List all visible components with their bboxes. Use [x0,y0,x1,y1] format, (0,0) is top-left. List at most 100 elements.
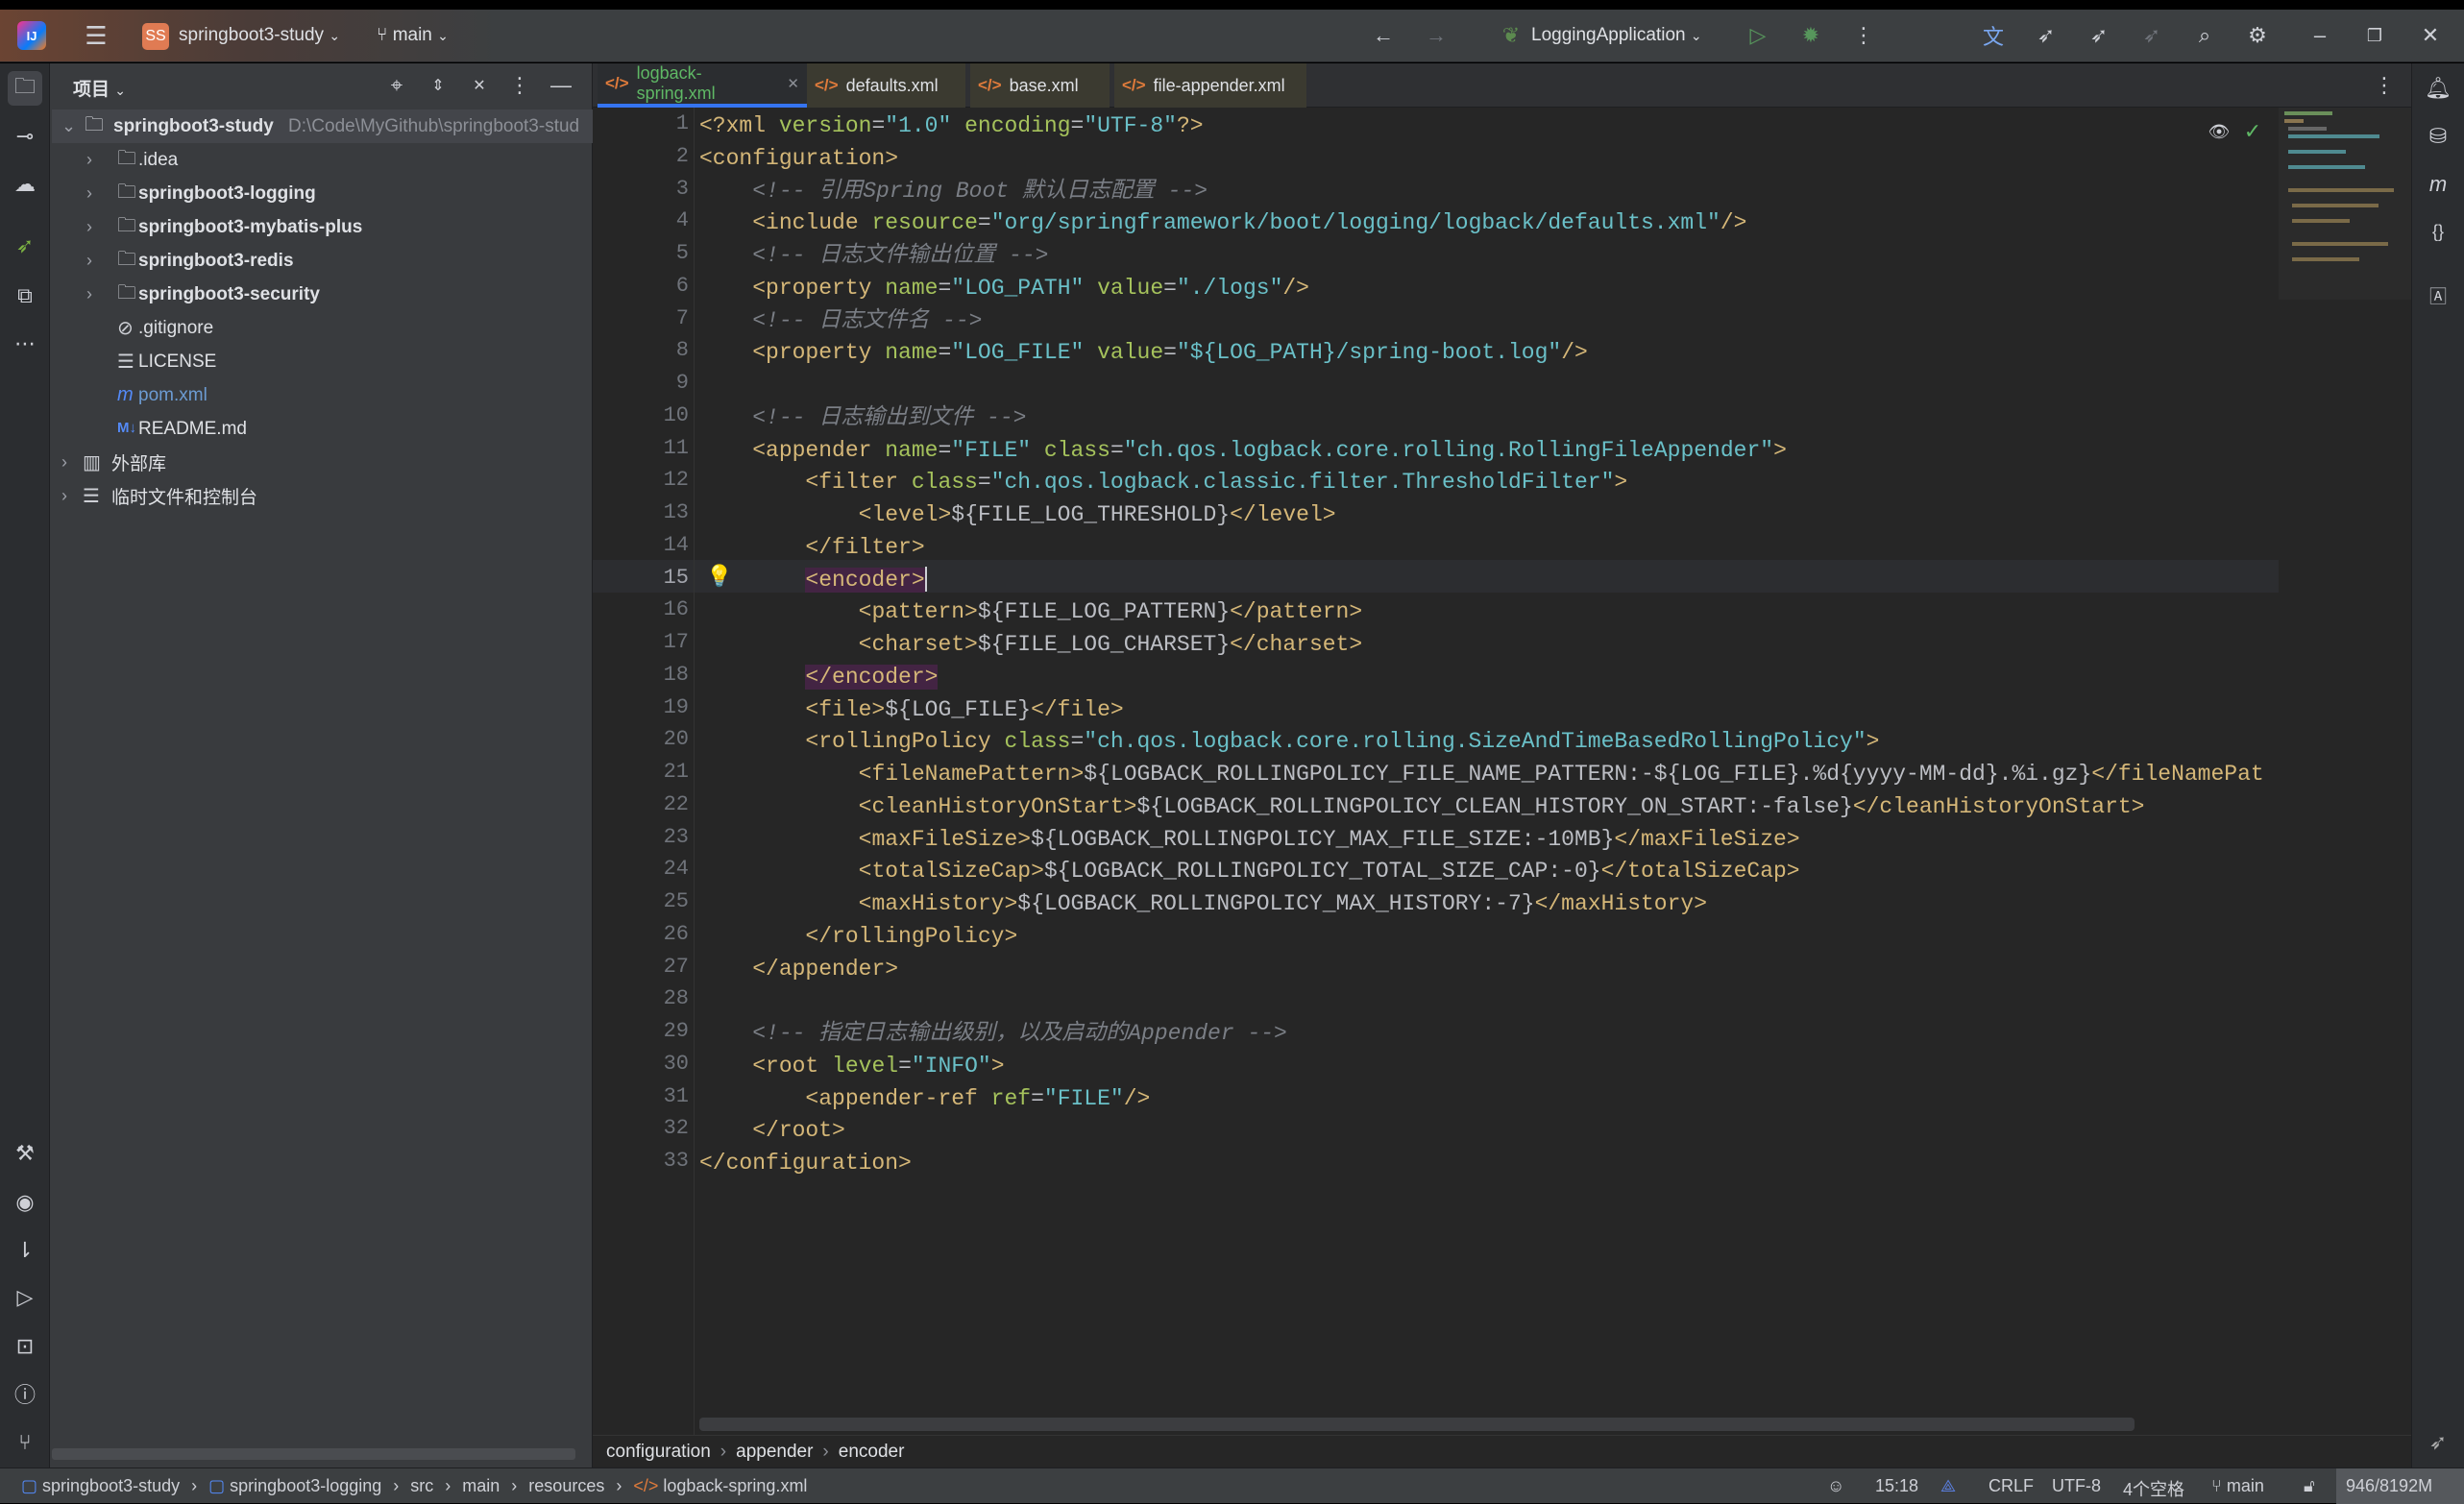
tab-file-appender-xml[interactable]: </> file-appender.xml [1114,63,1306,108]
code-line[interactable]: <fileNamePattern>${LOGBACK_ROLLINGPOLICY… [699,758,2264,790]
run-panel-icon[interactable]: ▷ [8,1280,42,1315]
code-line[interactable]: </filter> [699,531,924,564]
code-line[interactable]: <maxFileSize>${LOGBACK_ROLLINGPOLICY_MAX… [699,823,1800,856]
jrebel-icon[interactable]: ➶ [8,229,42,263]
copilot-icon[interactable]: ☺ [1827,1476,1844,1496]
build-hammer-icon[interactable]: ⚒ [8,1136,42,1171]
no-problems-check-icon[interactable]: ✓ [2240,119,2265,144]
rocket-disabled-icon[interactable]: ➶ [2137,21,2166,50]
expand-all-icon[interactable]: ⇕ [424,71,452,100]
breadcrumb-item[interactable]: configuration [606,1442,711,1463]
code-line[interactable]: <!-- 日志文件名 --> [699,304,982,337]
code-line[interactable]: <!-- 指定日志输出级别，以及启动的Appender --> [699,1017,1287,1050]
code-line[interactable]: <include resource="org/springframework/b… [699,206,1746,239]
chevron-right-icon[interactable]: › [61,486,67,506]
project-badge[interactable]: SS [142,23,169,50]
code-line[interactable]: <property name="LOG_FILE" value="${LOG_P… [699,336,1588,369]
translate-icon[interactable]: 文 [1979,21,2008,50]
project-folder-icon[interactable]: 🗀 [8,71,42,106]
code-line[interactable]: <appender name="FILE" class="ch.qos.logb… [699,434,1787,467]
path-item[interactable]: src [410,1476,433,1496]
tree-row-springboot3-security[interactable]: › 🗀 springboot3-security [50,278,593,311]
breadcrumb-item[interactable]: encoder [839,1442,905,1463]
tab-options-icon[interactable]: ⋮ [2370,71,2399,100]
jrebel-status-icon[interactable]: ➶ [2421,1425,2455,1460]
code-line[interactable]: </rollingPolicy> [699,920,1017,953]
code-line[interactable]: <filter class="ch.qos.logback.classic.fi… [699,466,1627,498]
minimize-icon[interactable]: – [2305,21,2334,50]
structure-icon[interactable]: ⧉ [8,279,42,313]
rocket-debug-icon[interactable]: ➶ [2085,21,2113,50]
code-line[interactable]: <!-- 日志文件输出位置 --> [699,239,1048,272]
editor-horizontal-scrollbar[interactable] [699,1418,2135,1431]
services-icon[interactable]: ◉ [8,1185,42,1220]
main-menu-icon[interactable]: ☰ [81,21,111,50]
tree-row-license[interactable]: ☰ LICENSE [50,345,593,378]
path-item[interactable]: main [462,1476,500,1496]
code-line[interactable]: <level>${FILE_LOG_THRESHOLD}</level> [699,498,1336,531]
code-line[interactable]: <charset>${FILE_LOG_CHARSET}</charset> [699,628,1363,661]
close-icon[interactable]: ✕ [2416,21,2445,50]
project-view-selector[interactable]: 项目 ⌄ [73,75,126,101]
code-line[interactable]: <rollingPolicy class="ch.qos.logback.cor… [699,725,1879,758]
maven-icon[interactable]: m [2421,167,2455,202]
chevron-right-icon[interactable]: › [86,183,92,204]
code-line[interactable]: <totalSizeCap>${LOGBACK_ROLLINGPOLICY_TO… [699,855,1800,887]
search-icon[interactable]: ⌕ [2190,21,2219,50]
rocket-icon[interactable]: ➶ [2032,21,2061,50]
code-line[interactable]: <file>${LOG_FILE}</file> [699,693,1123,726]
code-line[interactable]: <property name="LOG_PATH" value="./logs"… [699,272,1309,304]
forward-arrow-icon[interactable]: → [1422,21,1451,50]
gear-icon[interactable]: ⚙ [2243,21,2272,50]
commit-icon[interactable]: ⊸ [8,119,42,154]
ai-doc-icon[interactable]: 🄰 [2421,279,2455,313]
chevron-down-icon[interactable]: ⌄ [61,116,76,136]
hide-panel-icon[interactable]: — [547,71,575,100]
git-icon[interactable]: ⑂ [8,1425,42,1460]
more-vertical-icon[interactable]: ⋮ [1849,21,1878,50]
run-config-selector[interactable]: LoggingApplication ⌄ [1531,25,1702,46]
reader-mode-eye-icon[interactable]: 👁 [2207,119,2232,144]
intellij-logo-icon[interactable]: IJ [17,21,46,50]
tree-row-gitignore[interactable]: ⊘ .gitignore [50,311,593,345]
git-branch-status[interactable]: ⑂ main [2211,1476,2264,1496]
code-line[interactable]: <!-- 引用Spring Boot 默认日志配置 --> [699,175,1208,207]
line-ending[interactable]: CRLF [1988,1476,2034,1496]
problems-icon[interactable]: ⓘ [8,1376,42,1411]
back-arrow-icon[interactable]: ← [1369,21,1398,50]
code-line[interactable]: </appender> [699,953,898,985]
restore-icon[interactable]: ❐ [2360,21,2389,50]
code-minimap[interactable] [2279,108,2411,300]
code-line[interactable]: </configuration> [699,1147,912,1179]
code-line[interactable]: <maxHistory>${LOGBACK_ROLLINGPOLICY_MAX_… [699,887,1707,920]
more-horizontal-icon[interactable]: ⋯ [8,327,42,361]
chevron-right-icon[interactable]: › [86,251,92,271]
collapse-all-icon[interactable]: ✕ [465,71,494,100]
tree-root-row[interactable]: ⌄ 🗀 springboot3-study D:\Code\MyGithub\s… [52,109,593,143]
tab-base-xml[interactable]: </> base.xml [970,63,1110,108]
lock-open-icon[interactable]: 🔓︎ [2304,1476,2315,1496]
ai-status-icon[interactable]: ⟁ [1940,1476,1956,1496]
tree-row-external-libraries[interactable]: › ▥ 外部库 [50,446,593,479]
tree-row-springboot3-redis[interactable]: › 🗀 springboot3-redis [50,244,593,278]
path-item[interactable]: </> logback-spring.xml [633,1476,807,1496]
code-line[interactable]: <cleanHistoryOnStart>${LOGBACK_ROLLINGPO… [699,790,2145,823]
code-line[interactable]: <appender-ref ref="FILE"/> [699,1082,1150,1115]
code-line[interactable]: <configuration> [699,142,898,175]
code-content[interactable]: <?xml version="1.0" encoding="UTF-8"?> <c… [699,108,2279,1423]
code-line[interactable]: </encoder> [699,661,939,693]
path-item[interactable]: ▢ springboot3-study [21,1476,180,1496]
code-line[interactable]: <encoder> [699,564,927,596]
code-line[interactable]: <root level="INFO"> [699,1050,1004,1082]
path-item[interactable]: ▢ springboot3-logging [208,1476,381,1496]
tree-row-springboot3-logging[interactable]: › 🗀 springboot3-logging [50,177,593,210]
tree-row-scratches[interactable]: › ☰ 临时文件和控制台 [50,479,593,513]
sidebar-horizontal-scrollbar[interactable] [52,1448,575,1460]
endpoints-icon[interactable]: ⇂ [8,1233,42,1268]
memory-indicator[interactable]: 946/8192M [2336,1468,2464,1504]
tab-defaults-xml[interactable]: </> defaults.xml [807,63,965,108]
project-switcher[interactable]: springboot3-study ⌄ [179,25,340,46]
tab-logback-spring-xml[interactable]: </> logback-spring.xml ✕ [598,63,807,108]
tree-row-springboot3-mybatis-plus[interactable]: › 🗀 springboot3-mybatis-plus [50,210,593,244]
chevron-right-icon[interactable]: › [61,452,67,473]
